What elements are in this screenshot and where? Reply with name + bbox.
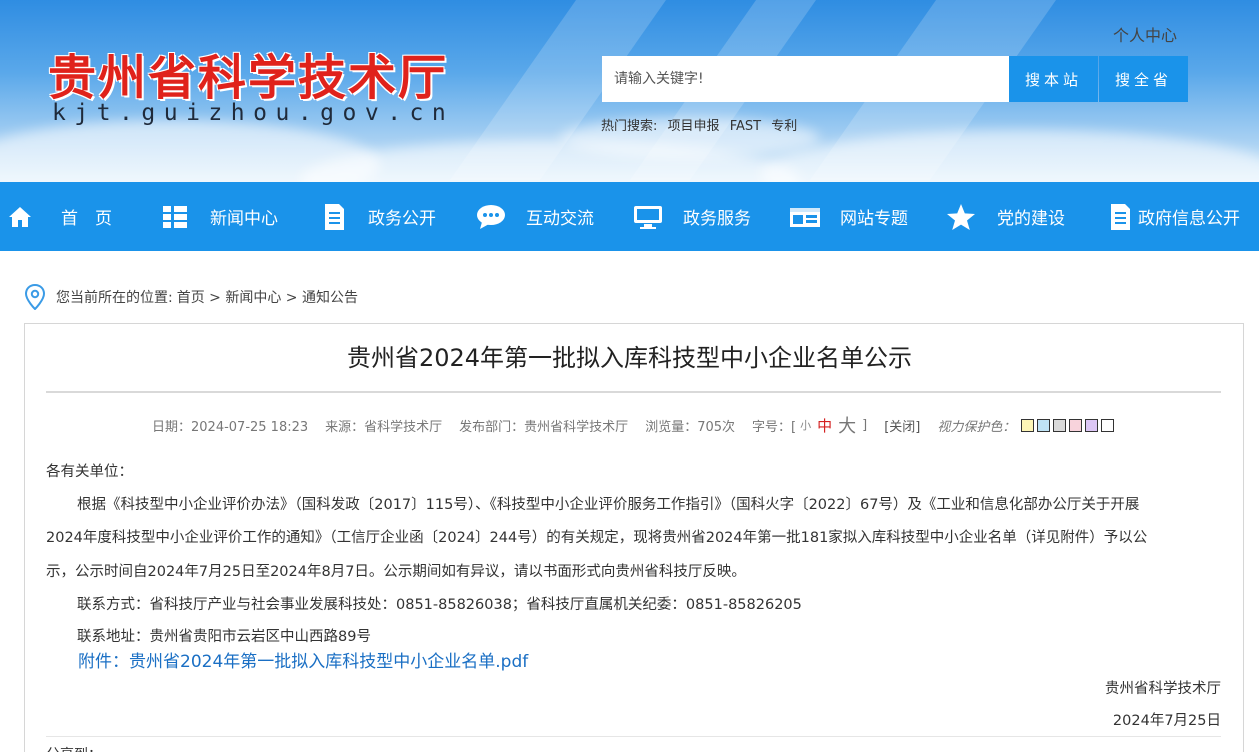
nav-item-label: 互动交流 [526, 209, 594, 229]
article-greeting: 各有关单位： [46, 464, 133, 480]
main-nav: 首 页 新闻中心 政务公开 互动交流 政务服务 网站专题 党的建设 政府信息公开 [0, 182, 1259, 251]
article-paragraph-line: 2024年度科技型中小企业评价工作的通知》（工信厅企业函〔2024〕244号）的… [46, 530, 1148, 546]
eye-protect-swatch-gray[interactable] [1053, 418, 1067, 432]
document-icon [325, 203, 344, 230]
eye-protect-swatch-purple[interactable] [1085, 418, 1099, 432]
document-icon [1111, 203, 1130, 230]
window-icon [790, 207, 820, 227]
search-province-button[interactable]: 搜全省 [1099, 56, 1188, 102]
nav-item-label: 政务服务 [683, 209, 751, 229]
attachment-link[interactable]: 附件：贵州省2024年第一批拟入库科技型中小企业名单.pdf [78, 647, 528, 672]
nav-item-label: 政府信息公开 [1138, 209, 1240, 229]
eye-protect-swatch-blue[interactable] [1037, 418, 1051, 432]
article-address: 联系地址：贵州省贵阳市云岩区中山西路89号 [77, 629, 371, 645]
nav-item-gov-affairs[interactable]: 政务公开 [322, 182, 436, 251]
font-size-large-button[interactable]: 大 [838, 412, 856, 438]
site-logo-title[interactable]: 贵州省科学技术厅 [48, 38, 448, 108]
breadcrumb: 您当前所在的位置: 首页 > 新闻中心 > 通知公告 [24, 284, 358, 310]
article-meta: 日期：2024-07-25 18:23 来源：省科学技术厅 发布部门：贵州省科学… [152, 412, 1117, 438]
article-views: 浏览量：705次 [645, 419, 736, 435]
star-icon [947, 203, 975, 230]
hot-search-term[interactable]: FAST [730, 119, 761, 134]
close-page-link[interactable]: [关闭] [884, 416, 920, 435]
list-icon [163, 205, 187, 228]
nav-item-gov-service[interactable]: 政务服务 [633, 182, 751, 251]
title-divider [46, 391, 1221, 393]
site-logo-domain: kjt.guizhou.gov.cn [52, 100, 455, 126]
personal-center-link[interactable]: 个人中心 [1113, 22, 1177, 46]
eye-protect-swatch-yellow[interactable] [1021, 418, 1035, 432]
font-size-label: 字号：[ [752, 419, 797, 435]
article-date: 日期：2024-07-25 18:23 [152, 419, 309, 435]
eye-protect-swatch-white[interactable] [1101, 418, 1115, 432]
nav-item-interaction[interactable]: 互动交流 [476, 182, 594, 251]
location-pin-icon [24, 284, 46, 310]
nav-item-label: 党的建设 [997, 209, 1065, 229]
home-icon [9, 206, 31, 227]
monitor-icon [634, 205, 662, 229]
article-paragraph-line: 根据《科技型中小企业评价办法》（国科发政〔2017〕115号）、《科技型中小企业… [77, 497, 1140, 513]
content-divider [46, 736, 1221, 737]
search-site-button[interactable]: 搜本站 [1009, 56, 1098, 102]
breadcrumb-path[interactable]: 首页 > 新闻中心 > 通知公告 [177, 287, 358, 307]
search-input[interactable] [602, 56, 1009, 102]
article-title: 贵州省2024年第一批拟入库科技型中小企业名单公示 [346, 344, 913, 372]
nav-item-label: 新闻中心 [210, 209, 278, 229]
breadcrumb-prefix: 您当前所在的位置: [56, 290, 173, 306]
font-size-small-button[interactable]: 小 [800, 417, 811, 433]
nav-item-label: 首 页 [61, 209, 112, 229]
signature-date: 2024年7月25日 [1112, 713, 1221, 729]
hot-search-term[interactable]: 专利 [771, 119, 797, 134]
font-size-medium-button[interactable]: 中 [817, 415, 832, 436]
signature-org: 贵州省科学技术厅 [1105, 681, 1221, 697]
article-paragraph-line: 示，公示时间自2024年7月25日至2024年8月7日。公示期间如有异议，请以书… [46, 564, 746, 580]
article-department: 发布部门：贵州省科学技术厅 [459, 419, 629, 435]
nav-item-home[interactable]: 首 页 [8, 182, 112, 251]
font-size-bracket: ] [862, 417, 868, 433]
eye-protect-label: 视力保护色： [937, 419, 1016, 435]
nav-item-label: 政务公开 [368, 209, 436, 229]
share-label: 分享到： [46, 744, 102, 752]
hot-search-term[interactable]: 项目申报 [668, 119, 720, 134]
article-source: 来源：省科学技术厅 [325, 419, 443, 435]
header-cloud [760, 130, 1259, 182]
chat-icon [477, 204, 505, 229]
article-contact: 联系方式：省科技厅产业与社会事业发展科技处：0851-85826038；省科技厅… [77, 597, 802, 613]
nav-item-party-building[interactable]: 党的建设 [946, 182, 1065, 251]
eye-protect-swatch-pink[interactable] [1069, 418, 1083, 432]
hot-search: 热门搜索: 项目申报 FAST 专利 [601, 115, 803, 134]
site-header: 贵州省科学技术厅 kjt.guizhou.gov.cn 个人中心 搜本站 搜全省… [0, 0, 1259, 182]
nav-item-gov-info[interactable]: 政府信息公开 [1108, 182, 1240, 251]
hot-search-label: 热门搜索: [601, 119, 658, 134]
nav-item-special-topics[interactable]: 网站专题 [789, 182, 908, 251]
nav-item-label: 网站专题 [840, 209, 908, 229]
nav-item-news[interactable]: 新闻中心 [163, 182, 278, 251]
